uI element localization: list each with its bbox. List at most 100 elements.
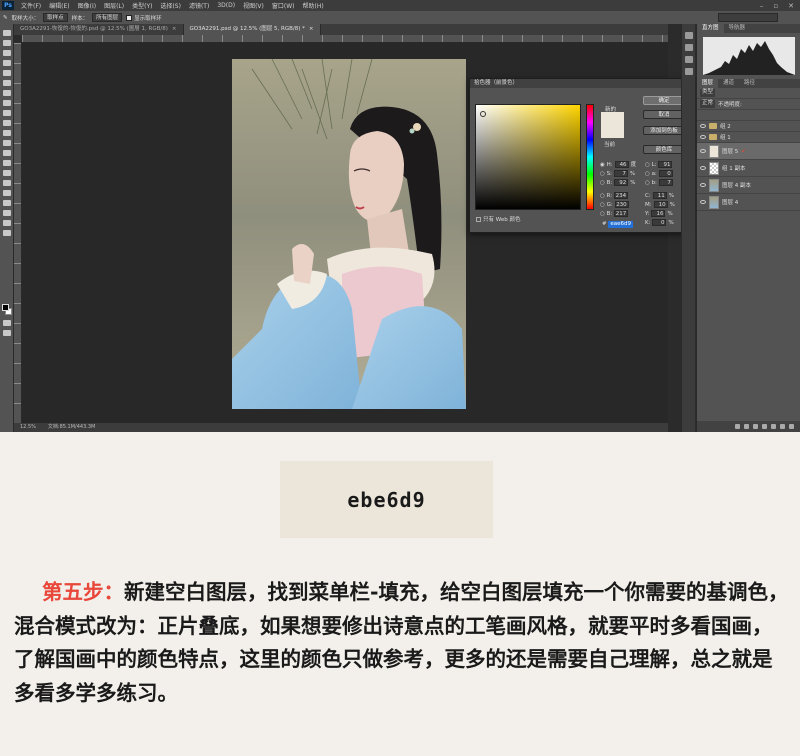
current-color-swatch[interactable] <box>601 125 624 138</box>
menu-select[interactable]: 选择(S) <box>156 1 185 10</box>
color-cursor-icon[interactable] <box>480 111 486 117</box>
screen-mode-icon[interactable] <box>3 330 11 336</box>
menu-help[interactable]: 帮助(H) <box>299 1 328 10</box>
close-tab-icon[interactable]: × <box>309 26 314 32</box>
path-select-tool-icon[interactable] <box>3 190 11 196</box>
eyedropper-tool-icon[interactable] <box>3 80 11 86</box>
history-brush-tool-icon[interactable] <box>3 120 11 126</box>
magenta-input[interactable]: 10 <box>653 201 668 208</box>
hue-input[interactable]: 46 <box>614 161 629 168</box>
a-input[interactable]: 0 <box>658 170 673 177</box>
yellow-input[interactable]: 16 <box>651 210 666 217</box>
lightness-input[interactable]: 91 <box>658 161 673 168</box>
blue-input[interactable]: 217 <box>614 210 629 217</box>
layer-style-icon[interactable] <box>744 424 749 429</box>
hand-tool-icon[interactable] <box>3 210 11 216</box>
cyan-input[interactable]: 11 <box>652 192 667 199</box>
blend-mode-select[interactable]: 正常 <box>700 100 716 108</box>
maximize-icon[interactable]: ▫ <box>773 2 778 10</box>
visibility-eye-icon[interactable] <box>700 124 706 128</box>
layer-kind-select[interactable]: 类型 <box>700 89 716 97</box>
radio-icon[interactable]: ○ <box>600 211 605 217</box>
red-input[interactable]: 234 <box>614 192 629 199</box>
sample-layers-select[interactable]: 所有图层 <box>92 13 123 22</box>
add-mask-icon[interactable] <box>753 424 758 429</box>
green-input[interactable]: 230 <box>614 201 629 208</box>
lasso-tool-icon[interactable] <box>3 50 11 56</box>
show-ring-checkbox[interactable]: 显示取样环 <box>126 14 162 22</box>
eyedropper-icon[interactable]: ✎ <box>3 15 8 21</box>
more-tools-icon[interactable] <box>3 230 11 236</box>
close-icon[interactable]: ✕ <box>788 2 794 10</box>
new-group-icon[interactable] <box>771 424 776 429</box>
link-layers-icon[interactable] <box>735 424 740 429</box>
saturation-brightness-field[interactable] <box>475 104 581 210</box>
move-tool-icon[interactable] <box>3 30 11 36</box>
layer-row-selected[interactable]: 图层 5 ↙ <box>697 143 800 160</box>
cancel-button[interactable]: 取消 <box>643 110 685 119</box>
hex-field[interactable]: # eae6d9 <box>602 221 633 228</box>
web-colors-only-checkbox[interactable]: 只有 Web 颜色 <box>476 215 521 223</box>
properties-icon[interactable] <box>685 44 693 51</box>
menu-window[interactable]: 窗口(W) <box>268 1 299 10</box>
tab-document-1[interactable]: GO3A2291-恢復的-恢復的.psd @ 12.5% (圖層 1, RGB/… <box>14 24 184 35</box>
eraser-tool-icon[interactable] <box>3 130 11 136</box>
zoom-tool-icon[interactable] <box>3 220 11 226</box>
pen-tool-icon[interactable] <box>3 170 11 176</box>
visibility-eye-icon[interactable] <box>700 183 706 187</box>
layer-row[interactable]: 组 1 <box>697 132 800 143</box>
tab-navigator[interactable]: 导航器 <box>724 24 751 33</box>
visibility-eye-icon[interactable] <box>700 166 706 170</box>
dodge-tool-icon[interactable] <box>3 160 11 166</box>
hex-input[interactable]: eae6d9 <box>608 221 633 228</box>
visibility-eye-icon[interactable] <box>700 149 706 153</box>
menu-type[interactable]: 类型(Y) <box>128 1 156 10</box>
menu-image[interactable]: 图像(I) <box>74 1 100 10</box>
radio-icon[interactable]: ◉ <box>600 162 605 168</box>
brightness-input[interactable]: 92 <box>614 179 629 186</box>
tab-document-2[interactable]: GO3A2291.psd @ 12.5% (图层 5, RGB/8) * × <box>183 24 321 35</box>
quick-mask-icon[interactable] <box>3 320 11 326</box>
menu-filter[interactable]: 滤镜(T) <box>185 1 213 10</box>
trash-icon[interactable] <box>789 424 794 429</box>
radio-icon[interactable]: ○ <box>600 171 605 177</box>
saturation-input[interactable]: 7 <box>613 170 628 177</box>
brush-tool-icon[interactable] <box>3 100 11 106</box>
layer-row[interactable]: 组 1 副本 <box>697 160 800 177</box>
radio-icon[interactable]: ○ <box>645 171 650 177</box>
tab-channels[interactable]: 通道 <box>718 79 739 88</box>
minimize-icon[interactable]: – <box>760 2 764 10</box>
black-input[interactable]: 0 <box>652 219 667 226</box>
menu-layer[interactable]: 图层(L) <box>100 1 128 10</box>
tab-paths[interactable]: 路径 <box>739 79 760 88</box>
crop-tool-icon[interactable] <box>3 70 11 76</box>
stamp-tool-icon[interactable] <box>3 110 11 116</box>
tab-layers[interactable]: 图层 <box>697 79 719 88</box>
color-libraries-button[interactable]: 颜色库 <box>643 145 685 154</box>
menu-file[interactable]: 文件(F) <box>17 1 45 10</box>
search-field[interactable] <box>718 13 778 22</box>
add-to-swatches-button[interactable]: 添加到色板 <box>643 126 685 135</box>
foreground-color-swatch[interactable] <box>2 304 9 311</box>
radio-icon[interactable]: ○ <box>600 193 605 199</box>
visibility-eye-icon[interactable] <box>700 200 706 204</box>
character-icon[interactable] <box>685 68 693 75</box>
type-tool-icon[interactable] <box>3 180 11 186</box>
ok-button[interactable]: 确定 <box>643 96 685 105</box>
marquee-tool-icon[interactable] <box>3 40 11 46</box>
gradient-tool-icon[interactable] <box>3 140 11 146</box>
close-tab-icon[interactable]: × <box>172 26 177 32</box>
menu-3d[interactable]: 3D(D) <box>213 2 239 9</box>
zoom-level[interactable]: 12.5% <box>20 423 36 432</box>
radio-icon[interactable]: ○ <box>645 162 650 168</box>
layer-row[interactable]: 组 2 <box>697 121 800 132</box>
canvas-photo[interactable] <box>232 59 466 409</box>
shape-tool-icon[interactable] <box>3 200 11 206</box>
tab-histogram[interactable]: 直方图 <box>697 24 724 33</box>
radio-icon[interactable]: ○ <box>600 202 605 208</box>
layer-row[interactable]: 图层 4 副本 <box>697 177 800 194</box>
layer-row[interactable]: 图层 4 <box>697 194 800 211</box>
blur-tool-icon[interactable] <box>3 150 11 156</box>
new-layer-icon[interactable] <box>780 424 785 429</box>
menu-view[interactable]: 视图(V) <box>239 1 268 10</box>
